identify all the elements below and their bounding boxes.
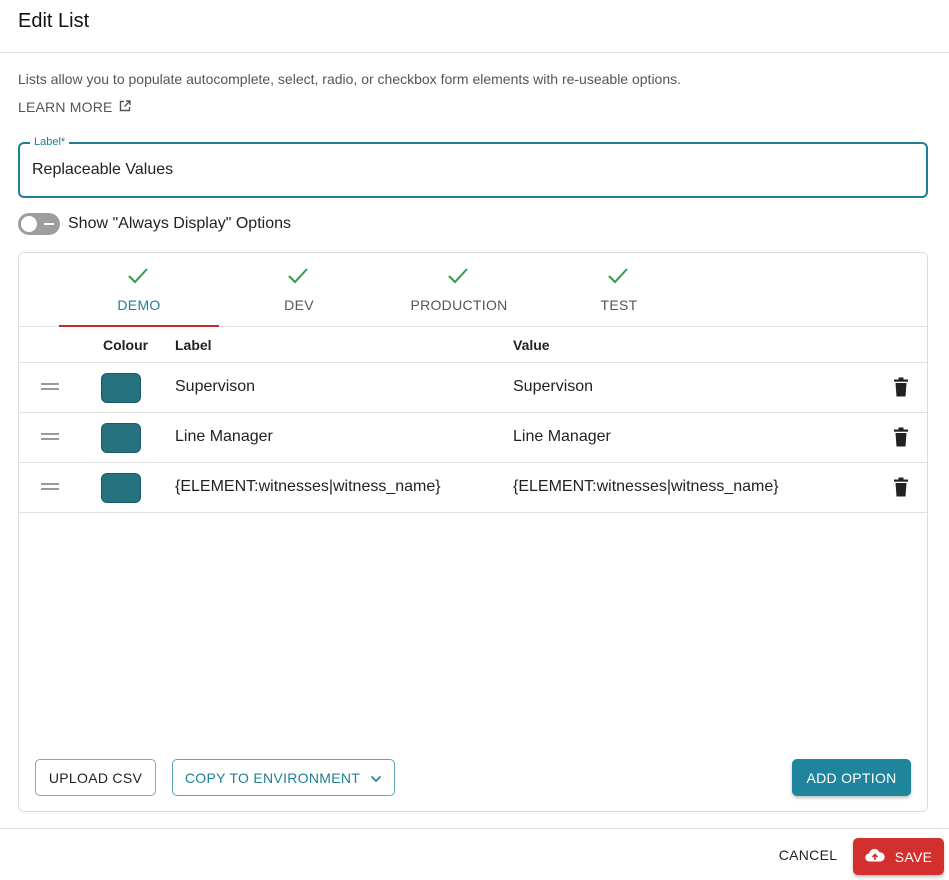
delete-icon[interactable] [893,477,909,502]
cloud-upload-icon [864,848,885,865]
tab-label: DEMO [117,297,161,313]
toggle-knob [21,216,37,232]
table-row: Line Manager Line Manager [19,413,927,463]
dialog-footer: CANCEL SAVE [0,828,949,880]
colour-swatch[interactable] [101,373,141,403]
table-row: Supervison Supervison [19,363,927,413]
check-icon [447,267,469,290]
delete-icon[interactable] [893,377,909,402]
dialog-description: Lists allow you to populate autocomplete… [18,71,682,87]
environment-tabs: DEMO DEV PRODUCTION TEST [19,253,927,327]
option-label: {ELEMENT:witnesses|witness_name} [175,478,441,495]
drag-handle-icon[interactable] [41,383,59,391]
option-value: Supervison [513,378,594,395]
option-label: Supervison [175,378,256,395]
label-column-header: Label [175,337,212,353]
colour-swatch[interactable] [101,473,141,503]
environment-options-card: DEMO DEV PRODUCTION TEST Colour Label Va… [18,252,928,812]
copy-to-environment-label: COPY TO ENVIRONMENT [184,769,361,786]
value-column-header: Value [513,337,550,353]
tab-label: PRODUCTION [410,297,508,313]
toggle-off-icon [44,223,54,225]
tab-demo[interactable]: DEMO [59,253,219,327]
dialog-title: Edit List [18,10,90,32]
check-icon [287,267,309,290]
tab-dev[interactable]: DEV [219,253,379,326]
colour-column-header: Colour [103,337,149,353]
tab-production[interactable]: PRODUCTION [379,253,539,326]
always-display-toggle[interactable] [18,213,60,235]
always-display-toggle-label: Show "Always Display" Options [68,215,291,232]
learn-more-link[interactable]: LEARN MORE [18,99,131,115]
check-icon [607,267,629,290]
delete-icon[interactable] [893,427,909,452]
chevron-down-icon [370,770,382,786]
learn-more-label: LEARN MORE [18,99,113,115]
check-icon [127,267,149,290]
save-button[interactable]: SAVE [853,838,944,875]
option-value: {ELEMENT:witnesses|witness_name} [513,478,779,495]
label-field-value[interactable]: Replaceable Values [32,161,173,179]
label-field-label: Label* [30,136,70,148]
options-table-header: Colour Label Value [19,327,927,363]
save-label: SAVE [894,848,933,865]
tab-label: TEST [600,297,638,313]
always-display-toggle-row: Show "Always Display" Options [18,213,291,235]
dialog-header: Edit List [0,0,949,53]
tab-label: DEV [284,297,314,313]
label-field[interactable]: Label* Replaceable Values [18,136,928,198]
cancel-button[interactable]: CANCEL [772,847,844,863]
copy-to-environment-button[interactable]: COPY TO ENVIRONMENT [172,759,395,796]
drag-handle-icon[interactable] [41,483,59,491]
table-row: {ELEMENT:witnesses|witness_name} {ELEMEN… [19,463,927,513]
external-link-icon [119,99,131,115]
option-label: Line Manager [175,428,273,445]
colour-swatch[interactable] [101,423,141,453]
option-value: Line Manager [513,428,611,445]
tab-test[interactable]: TEST [539,253,699,326]
add-option-button[interactable]: ADD OPTION [792,759,911,796]
upload-csv-button[interactable]: UPLOAD CSV [35,759,156,796]
drag-handle-icon[interactable] [41,433,59,441]
